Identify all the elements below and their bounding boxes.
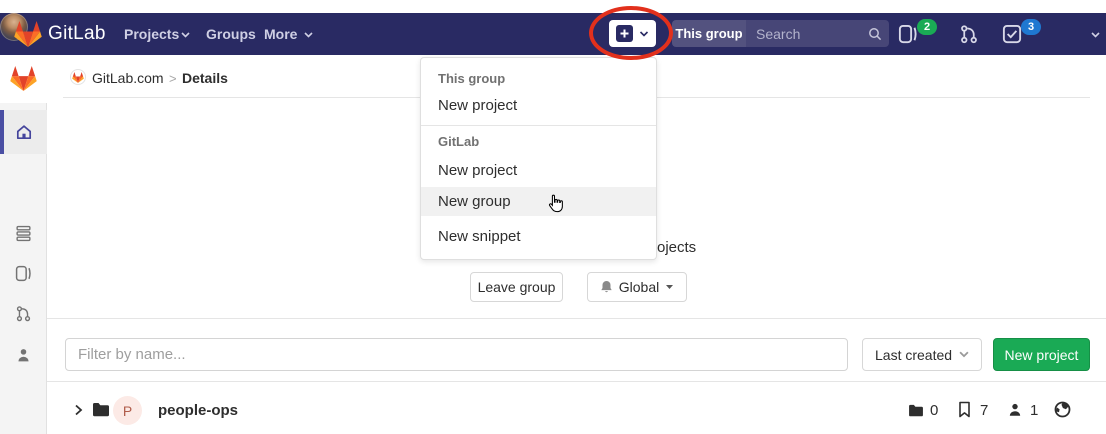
sort-dropdown[interactable]: Last created xyxy=(862,338,982,371)
issues-icon[interactable] xyxy=(898,24,918,44)
top-navbar: GitLab Projects Groups More This group xyxy=(0,13,1106,55)
menu-item-new-snippet[interactable]: New snippet xyxy=(421,222,656,251)
subgroup-folder-icon xyxy=(92,402,110,417)
issues-count-badge[interactable]: 2 xyxy=(917,19,937,35)
sidebar-item-overview[interactable] xyxy=(0,110,47,154)
gitlab-logo-icon[interactable] xyxy=(14,21,42,47)
public-visibility-globe-icon xyxy=(1054,401,1071,418)
merge-requests-icon[interactable] xyxy=(15,305,32,322)
issues-icon[interactable] xyxy=(15,265,32,282)
group-name-link[interactable]: people-ops xyxy=(158,402,238,419)
caret-down-icon xyxy=(665,284,674,290)
list-divider xyxy=(47,381,1106,382)
new-menu-dropdown: This group New project GitLab New projec… xyxy=(420,57,657,260)
members-count-icon xyxy=(1007,402,1023,418)
global-search: This group xyxy=(672,20,889,47)
active-indicator-bar xyxy=(0,110,4,154)
menu-item-new-group[interactable]: New group xyxy=(421,187,656,216)
leave-group-label: Leave group xyxy=(478,279,556,295)
menu-item-new-project-global[interactable]: New project xyxy=(421,156,656,185)
notification-setting-label: Global xyxy=(619,279,659,295)
breadcrumb-group-link[interactable]: GitLab.com xyxy=(92,70,164,86)
group-description-fragment: ojects xyxy=(657,239,696,256)
section-divider xyxy=(47,318,1106,319)
search-field-wrap xyxy=(746,20,889,47)
bell-icon xyxy=(600,280,613,294)
chevron-down-icon xyxy=(639,31,649,37)
chevron-down-icon xyxy=(304,32,313,38)
gitlab-page: GitLab Projects Groups More This group xyxy=(0,0,1106,434)
merge-requests-icon[interactable] xyxy=(959,24,979,44)
chevron-down-icon xyxy=(959,351,969,358)
chevron-down-icon xyxy=(181,32,190,38)
chevron-down-icon[interactable] xyxy=(1091,32,1100,38)
sidebar-logo-area xyxy=(0,55,47,103)
new-project-button[interactable]: New project xyxy=(993,338,1090,371)
chevron-right-icon[interactable] xyxy=(74,404,83,416)
notification-setting-button[interactable]: Global xyxy=(587,272,687,302)
epics-icon[interactable] xyxy=(15,225,32,242)
dropdown-divider xyxy=(421,125,656,126)
breadcrumb-separator: > xyxy=(169,71,177,86)
plus-icon xyxy=(616,25,633,42)
subgroups-count-icon xyxy=(908,404,924,417)
brand-title[interactable]: GitLab xyxy=(48,13,106,55)
menu-item-new-project-group[interactable]: New project xyxy=(421,91,656,120)
sort-label: Last created xyxy=(875,347,952,363)
gitlab-tanuki-icon xyxy=(72,72,84,83)
filter-by-name-input[interactable] xyxy=(65,338,848,371)
group-avatar-letter: P xyxy=(123,403,132,419)
todos-icon[interactable] xyxy=(1002,24,1022,44)
leave-group-button[interactable]: Leave group xyxy=(470,272,563,302)
search-scope-badge[interactable]: This group xyxy=(672,20,746,47)
projects-bookmark-icon xyxy=(958,401,971,418)
new-menu-button[interactable] xyxy=(609,20,656,47)
members-icon[interactable] xyxy=(15,347,32,364)
sidebar xyxy=(0,55,47,434)
nav-projects[interactable]: Projects xyxy=(124,13,179,55)
search-icon[interactable] xyxy=(868,27,882,41)
gitlab-tanuki-icon[interactable] xyxy=(10,66,37,91)
home-icon xyxy=(15,123,33,141)
members-count: 1 xyxy=(1030,402,1038,419)
dropdown-section-header: This group xyxy=(438,71,505,86)
group-avatar[interactable]: P xyxy=(113,396,142,425)
breadcrumb-group-avatar[interactable] xyxy=(70,69,86,85)
nav-more[interactable]: More xyxy=(264,13,297,55)
projects-count: 7 xyxy=(980,402,988,419)
dropdown-section-header: GitLab xyxy=(438,134,479,149)
nav-groups[interactable]: Groups xyxy=(206,13,256,55)
subgroups-count: 0 xyxy=(930,402,938,419)
todos-count-badge[interactable]: 3 xyxy=(1021,19,1041,35)
breadcrumb-current: Details xyxy=(182,70,228,86)
new-project-label: New project xyxy=(1005,347,1079,363)
